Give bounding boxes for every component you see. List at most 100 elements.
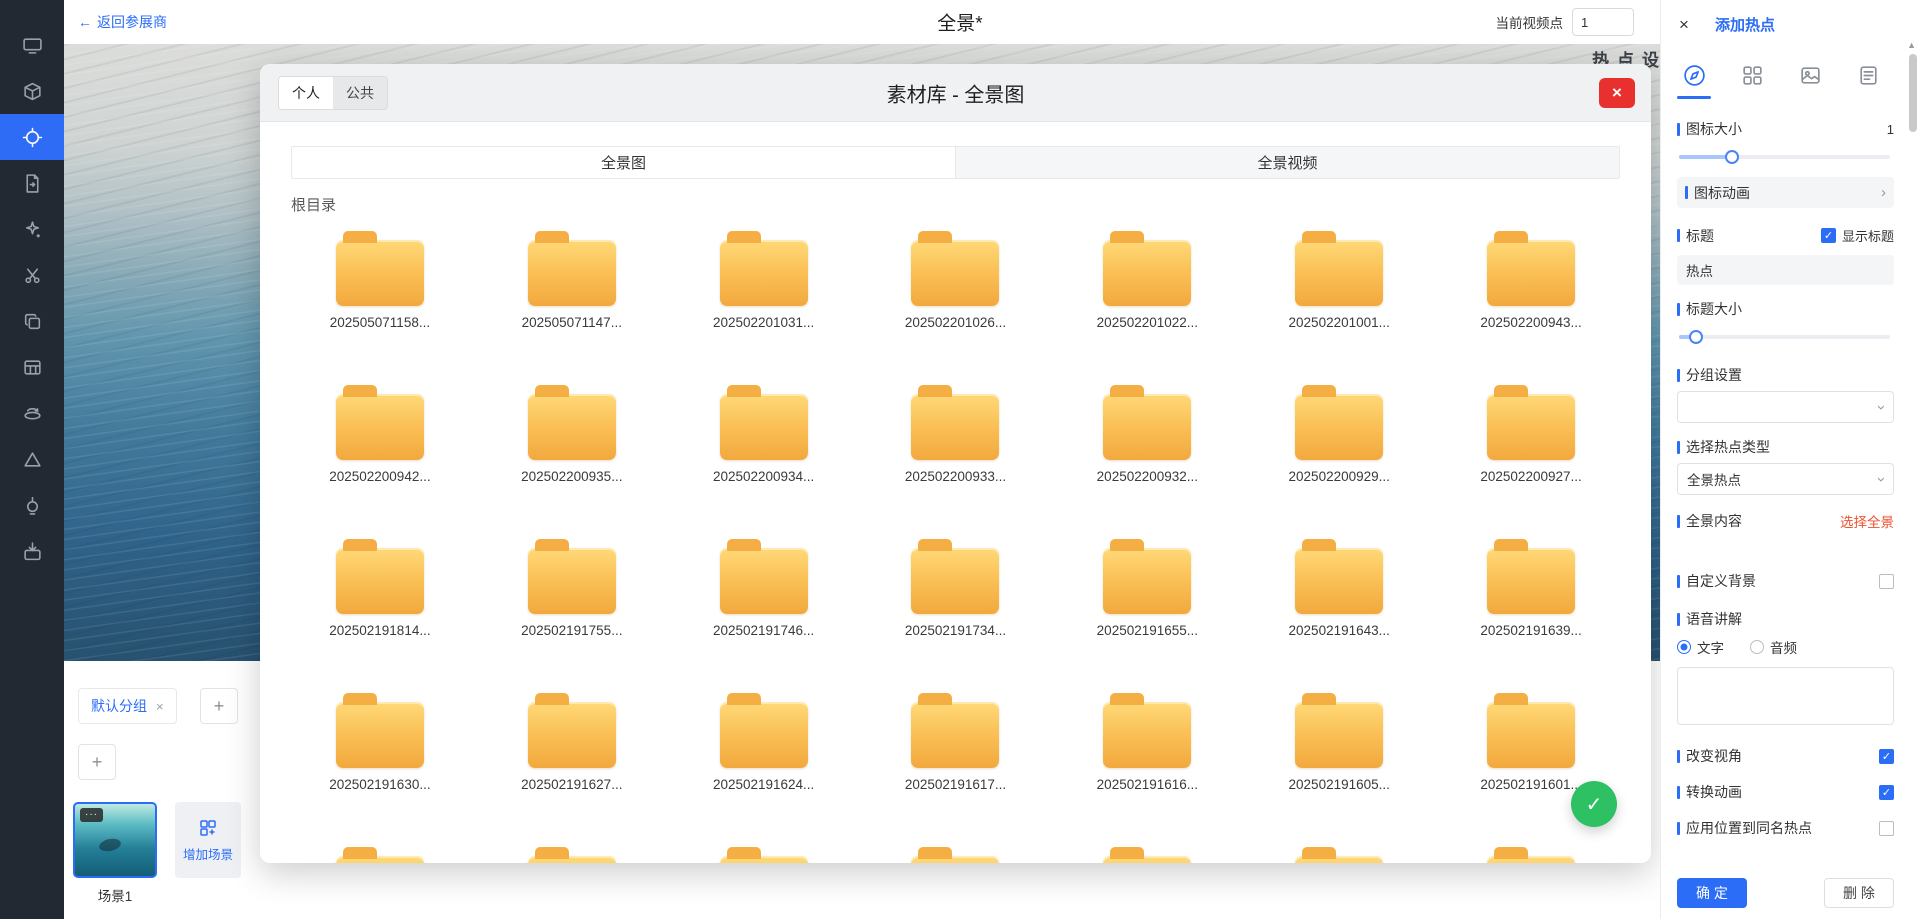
folder-item[interactable]: 202502191655... — [1097, 536, 1198, 690]
folder-item[interactable]: 202502191627... — [521, 690, 622, 844]
show-title-checkbox[interactable] — [1821, 228, 1836, 243]
voice-text-input[interactable] — [1677, 667, 1894, 725]
voice-text-option[interactable]: 文字 — [1677, 637, 1724, 657]
add-group-button[interactable]: + — [200, 688, 238, 724]
clip-icon[interactable] — [0, 252, 64, 298]
video-point-input[interactable] — [1572, 8, 1634, 36]
group-tab-default[interactable]: 默认分组 × — [78, 688, 177, 724]
file-export-icon[interactable] — [0, 160, 64, 206]
tab-panorama-video[interactable]: 全景视频 — [956, 147, 1619, 178]
slider-knob[interactable] — [1725, 150, 1739, 164]
custom-background-checkbox[interactable] — [1879, 574, 1894, 589]
modal-close-button[interactable]: × — [1599, 78, 1635, 108]
folder-item[interactable]: 202502191814... — [329, 536, 430, 690]
crosshair-icon[interactable] — [0, 114, 64, 160]
scope-tab-public[interactable]: 公共 — [333, 77, 387, 109]
magic-icon[interactable] — [0, 206, 64, 252]
folder-icon — [911, 856, 999, 863]
apply-position-checkbox[interactable] — [1879, 821, 1894, 836]
screen-icon[interactable] — [0, 22, 64, 68]
folder-name: 202502200934... — [713, 469, 814, 484]
folder-item[interactable]: 202502191630... — [329, 690, 430, 844]
folder-item[interactable]: 202502191639... — [1480, 536, 1581, 690]
folder-item[interactable]: 202502200943... — [1480, 228, 1581, 382]
scroll-up-icon[interactable]: ▲ — [1907, 40, 1916, 50]
scrollbar-thumb[interactable] — [1909, 54, 1917, 132]
folder-item[interactable]: 202502191755... — [521, 536, 622, 690]
folder-item[interactable]: 202502191734... — [905, 536, 1006, 690]
layers-icon[interactable] — [0, 298, 64, 344]
folder-icon — [911, 548, 999, 614]
folder-item[interactable]: 202502200932... — [1097, 382, 1198, 536]
folder-name: 202502191814... — [329, 623, 430, 638]
confirm-selection-button[interactable]: ✓ — [1571, 781, 1617, 827]
folder-item[interactable]: 202505071147... — [522, 228, 622, 382]
apps-grid-icon[interactable] — [1733, 55, 1771, 95]
close-panel-icon[interactable]: × — [1679, 16, 1689, 33]
folder-name: 202502201026... — [905, 315, 1006, 330]
slider-knob[interactable] — [1689, 330, 1703, 344]
folder-item[interactable] — [911, 844, 999, 863]
image-icon[interactable] — [1791, 55, 1829, 95]
folder-item[interactable]: 202505071158... — [330, 228, 430, 382]
hotspot-name-input[interactable] — [1677, 255, 1894, 285]
folder-item[interactable] — [1487, 844, 1575, 863]
scene-more-icon[interactable]: ··· — [80, 808, 103, 822]
add-button[interactable]: + — [78, 744, 116, 780]
folder-item[interactable] — [336, 844, 424, 863]
folder-item[interactable]: 202502201031... — [713, 228, 814, 382]
folder-item[interactable]: 202502200942... — [329, 382, 430, 536]
folder-item[interactable] — [528, 844, 616, 863]
folder-icon — [1295, 240, 1383, 306]
select-panorama-link[interactable]: 选择全景 — [1840, 511, 1894, 531]
tab-panorama-image[interactable]: 全景图 — [292, 147, 956, 178]
icon-animation-row[interactable]: 图标动画 › — [1677, 177, 1894, 208]
title-size-slider[interactable] — [1679, 335, 1890, 339]
voice-audio-option[interactable]: 音频 — [1750, 637, 1797, 657]
group-settings-select[interactable]: › — [1677, 391, 1894, 423]
folder-item[interactable]: 202502201001... — [1289, 228, 1390, 382]
voice-text-radio[interactable] — [1677, 640, 1691, 654]
folder-item[interactable]: 202502191605... — [1289, 690, 1390, 844]
back-link[interactable]: ← 返回参展商 — [78, 12, 167, 32]
folder-item[interactable]: 202502201022... — [1097, 228, 1198, 382]
triangle-icon[interactable] — [0, 436, 64, 482]
compass-icon[interactable] — [1675, 55, 1713, 95]
table-icon[interactable] — [0, 344, 64, 390]
folder-item[interactable]: 202502200929... — [1289, 382, 1390, 536]
folder-item[interactable]: 202502200935... — [521, 382, 622, 536]
confirm-button[interactable]: 确 定 — [1677, 878, 1747, 908]
folder-item[interactable] — [1103, 844, 1191, 863]
folder-item[interactable]: 202502191601... — [1480, 690, 1581, 844]
add-scene-button[interactable]: 增加场景 — [175, 802, 241, 878]
folder-item[interactable] — [1295, 844, 1383, 863]
scene-thumbnail[interactable]: ··· — [73, 802, 157, 878]
group-tab-close-icon[interactable]: × — [156, 699, 164, 714]
folder-item[interactable]: 202502191643... — [1289, 536, 1390, 690]
cube-icon[interactable] — [0, 68, 64, 114]
icon-animation-label: 图标动画 — [1685, 185, 1750, 201]
article-icon[interactable] — [1849, 55, 1887, 95]
pano-360-icon[interactable] — [0, 390, 64, 436]
transition-anim-checkbox[interactable] — [1879, 785, 1894, 800]
hotspot-type-select[interactable]: 全景热点 › — [1677, 463, 1894, 495]
import-icon[interactable] — [0, 528, 64, 574]
icon-size-slider[interactable] — [1679, 155, 1890, 159]
lamp-icon[interactable] — [0, 482, 64, 528]
folder-item[interactable]: 202502200927... — [1480, 382, 1581, 536]
folder-name: 202502191624... — [713, 777, 814, 792]
voice-guide-label: 语音讲解 — [1677, 611, 1742, 627]
scope-tab-personal[interactable]: 个人 — [279, 77, 333, 109]
folder-item[interactable]: 202502191624... — [713, 690, 814, 844]
folder-item[interactable]: 202502191617... — [905, 690, 1006, 844]
folder-item[interactable]: 202502200933... — [905, 382, 1006, 536]
folder-item[interactable]: 202502191616... — [1097, 690, 1198, 844]
folder-item[interactable] — [720, 844, 808, 863]
folder-item[interactable]: 202502200934... — [713, 382, 814, 536]
folder-name: 202505071158... — [330, 315, 430, 330]
delete-button[interactable]: 删 除 — [1824, 878, 1894, 908]
folder-item[interactable]: 202502191746... — [713, 536, 814, 690]
change-view-checkbox[interactable] — [1879, 749, 1894, 764]
voice-audio-radio[interactable] — [1750, 640, 1764, 654]
folder-item[interactable]: 202502201026... — [905, 228, 1006, 382]
